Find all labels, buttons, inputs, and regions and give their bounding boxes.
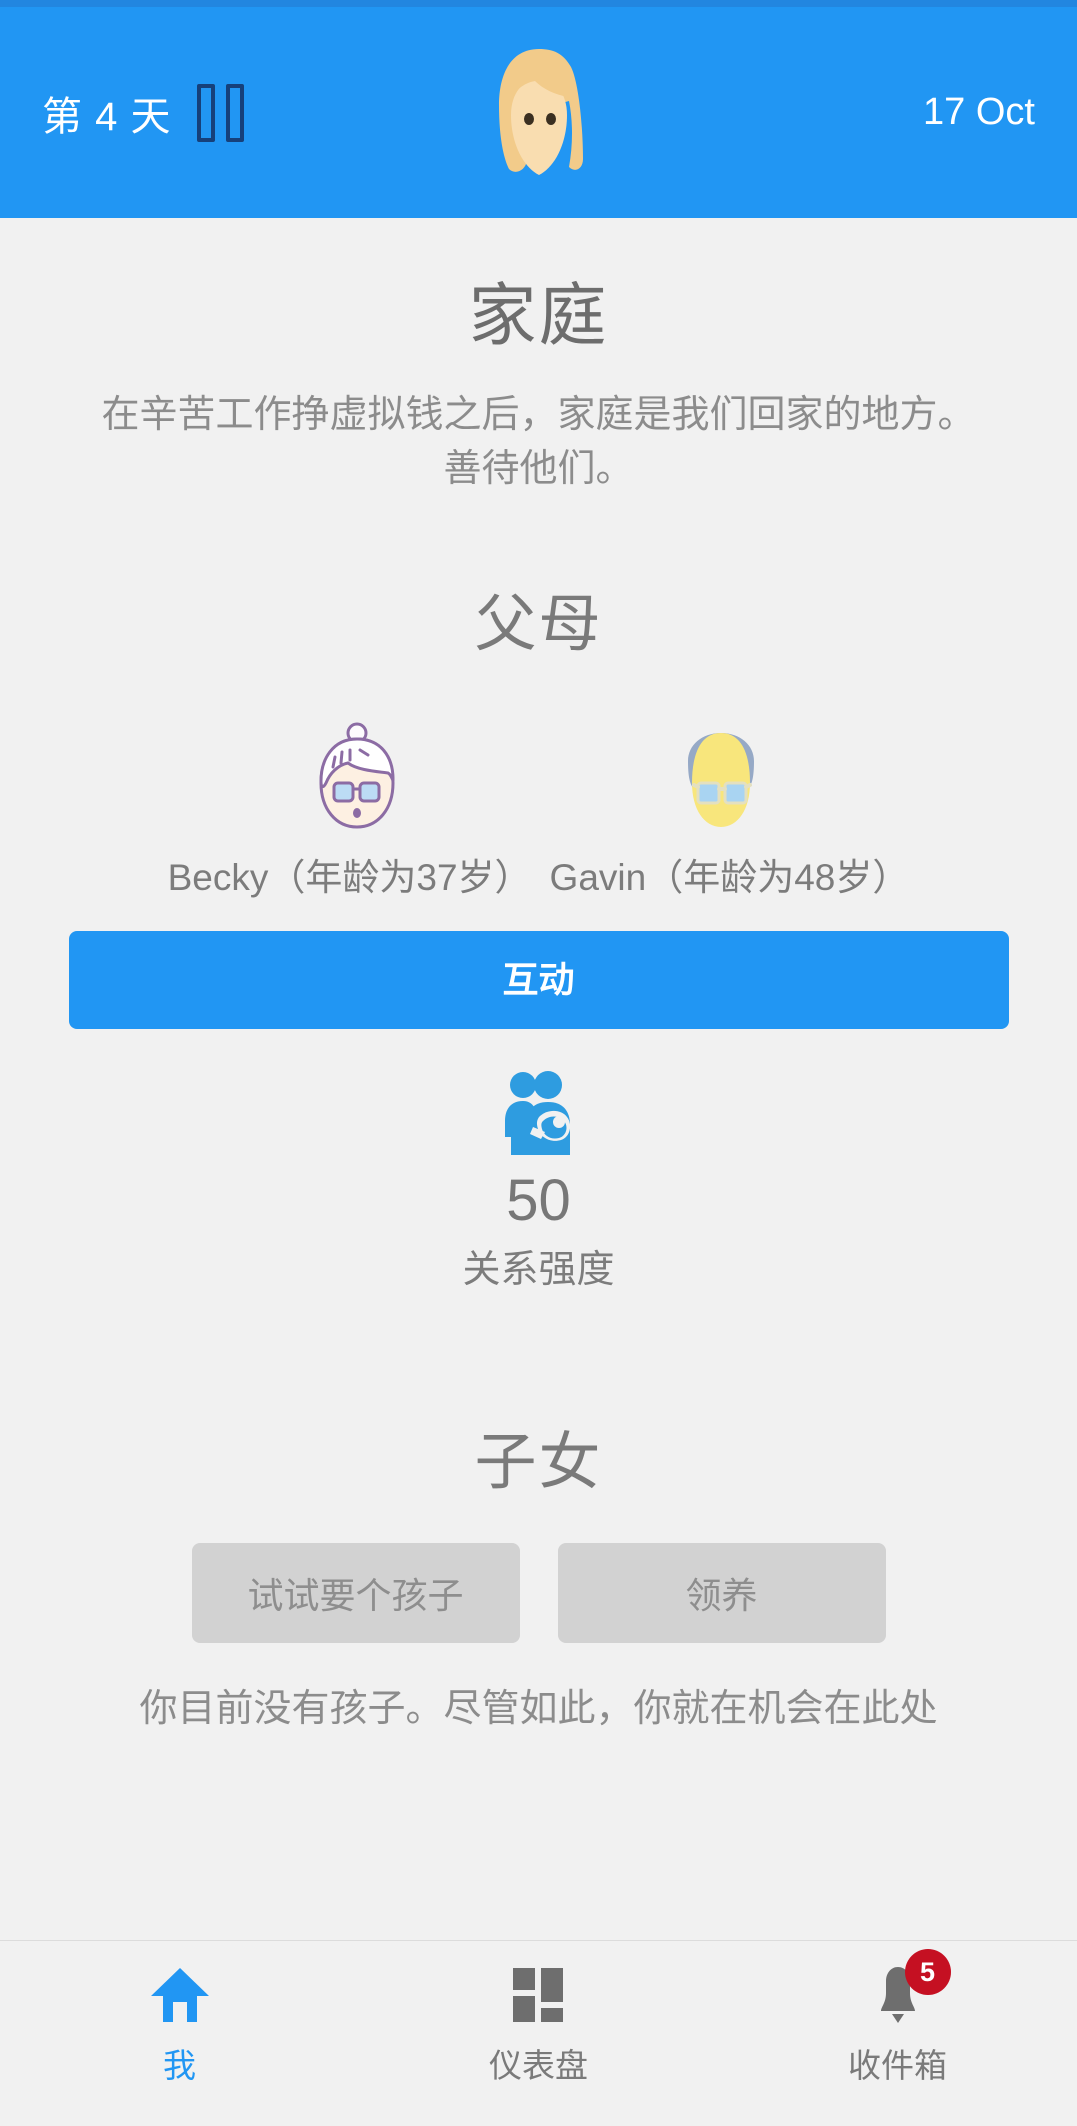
nav-label-me: 我 (163, 2047, 196, 2084)
bottom-navigation: 我 仪表盘 5 收件箱 (0, 1940, 1077, 2126)
family-with-baby-icon (504, 1070, 570, 1155)
home-icon (150, 1968, 209, 2022)
home-icon-holder (143, 1963, 217, 2027)
dashboard-icon-holder (502, 1963, 576, 2027)
nav-label-inbox: 收件箱 (848, 2047, 947, 2084)
app-header: 第 4 天 17 Oct (0, 7, 1077, 218)
page-subtitle: 在辛苦工作挣虚拟钱之后，家庭是我们回家的地方。善待他们。 (101, 394, 976, 490)
date-label: 17 Oct (923, 91, 1035, 133)
parent-name-label-becky: Becky（年龄为37岁） (167, 856, 532, 898)
grandfather-face-icon (687, 732, 754, 827)
adopt-button[interactable]: 领养 (557, 1542, 886, 1643)
pause-icon[interactable] (197, 83, 245, 142)
relationship-strength-stat: 50 关系强度 (0, 1069, 1077, 1293)
relationship-strength-label: 关系强度 (462, 1248, 615, 1291)
relationship-strength-value: 50 (506, 1167, 571, 1233)
parents-avatar-row (0, 721, 1077, 833)
avatar[interactable] (479, 43, 599, 183)
parent-card-gavin[interactable] (539, 721, 903, 833)
children-section-title: 子女 (474, 1427, 603, 1497)
nav-label-dashboard: 仪表盘 (489, 2047, 588, 2084)
nav-item-inbox[interactable]: 5 收件箱 (718, 1949, 1077, 2087)
parents-section-title: 父母 (474, 589, 603, 659)
grandmother-face-icon (318, 722, 395, 829)
bell-icon-holder: 5 (861, 1949, 951, 2027)
day-counter-label: 第 4 天 (42, 94, 172, 139)
children-empty-note: 你目前没有孩子。尽管如此，你就在机会在此处 (139, 1687, 938, 1730)
header-left-group: 第 4 天 (42, 83, 245, 142)
parent-card-becky[interactable] (175, 721, 539, 833)
parents-name-row: Becky（年龄为37岁） Gavin（年龄为48岁） (0, 847, 1077, 901)
nav-item-me[interactable]: 我 (0, 1963, 359, 2087)
main-content: 家庭 在辛苦工作挣虚拟钱之后，家庭是我们回家的地方。善待他们。 父母 Becky… (0, 218, 1077, 1940)
nav-item-dashboard[interactable]: 仪表盘 (359, 1963, 718, 2087)
children-actions: 试试要个孩子 领养 (0, 1542, 1077, 1643)
inbox-badge: 5 (904, 1949, 951, 1995)
try-for-baby-button[interactable]: 试试要个孩子 (191, 1542, 520, 1643)
interact-button[interactable]: 互动 (68, 930, 1009, 1029)
parent-name-label-gavin: Gavin（年龄为48岁） (549, 856, 910, 898)
dashboard-grid-icon (512, 1968, 563, 2022)
page-title: 家庭 (468, 278, 609, 354)
status-bar (0, 0, 1077, 7)
